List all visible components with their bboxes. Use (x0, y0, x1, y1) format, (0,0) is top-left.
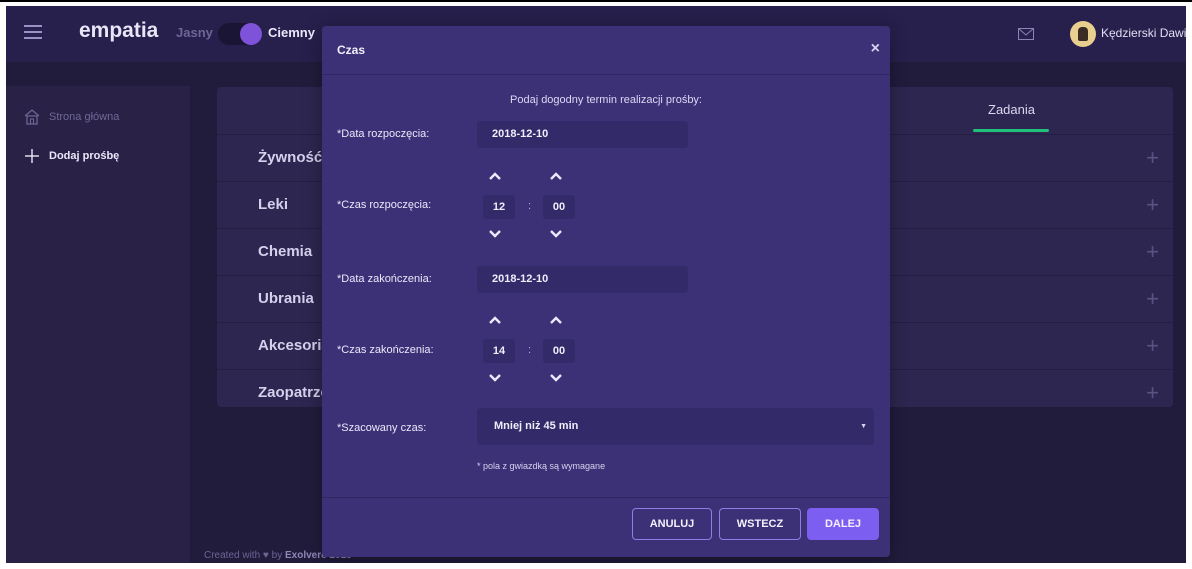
start-minute-up-icon[interactable] (549, 171, 563, 181)
category-label: Ubrania (258, 290, 314, 307)
add-icon[interactable]: + (1146, 239, 1159, 265)
modal-title: Czas (337, 43, 366, 57)
app-window: empatia Jasny Ciemny Kędzierski Dawid St… (6, 6, 1186, 563)
add-icon[interactable]: + (1146, 286, 1159, 312)
back-button[interactable]: WSTECZ (719, 508, 801, 540)
start-date-label: *Data rozpoczęcia: (337, 128, 430, 140)
start-hour-input[interactable]: 12 (483, 195, 515, 219)
menu-icon[interactable] (24, 25, 42, 39)
theme-dark-label[interactable]: Ciemny (268, 25, 315, 40)
dropdown-arrow-icon: ▼ (860, 423, 867, 430)
start-time-label: *Czas rozpoczęcia: (337, 199, 432, 211)
footer-text: Created with ♥ by (204, 550, 285, 561)
end-date-label: *Data zakończenia: (337, 273, 432, 285)
end-minute-up-icon[interactable] (549, 315, 563, 325)
start-date-input[interactable]: 2018-12-10 (477, 121, 688, 148)
sidebar-item-home[interactable]: Strona główna (23, 107, 119, 127)
end-hour-up-icon[interactable] (488, 315, 502, 325)
estimated-time-label: *Szacowany czas: (337, 422, 427, 434)
tab-zadania[interactable]: Zadania (988, 102, 1035, 117)
category-label: Żywność (258, 149, 323, 166)
sidebar-item-label: Dodaj prośbę (49, 150, 120, 162)
category-label: Chemia (258, 243, 313, 260)
plus-icon (25, 149, 39, 163)
toggle-knob (240, 23, 262, 45)
theme-toggle[interactable] (218, 23, 262, 45)
category-label: Akcesoria (258, 337, 330, 354)
sidebar-item-label: Strona główna (49, 111, 120, 123)
add-icon[interactable]: + (1146, 192, 1159, 218)
home-icon (24, 109, 40, 125)
mail-icon[interactable] (1018, 28, 1034, 40)
end-hour-down-icon[interactable] (488, 373, 502, 383)
user-name[interactable]: Kędzierski Dawid (1101, 26, 1186, 40)
brand-logo[interactable]: empatia (79, 19, 158, 43)
add-icon[interactable]: + (1146, 380, 1159, 406)
start-hour-down-icon[interactable] (488, 229, 502, 239)
time-separator: : (528, 200, 532, 212)
start-hour-up-icon[interactable] (488, 171, 502, 181)
add-icon[interactable]: + (1146, 145, 1159, 171)
start-minute-input[interactable]: 00 (543, 195, 575, 219)
add-icon[interactable]: + (1146, 333, 1159, 359)
cancel-button[interactable]: ANULUJ (632, 508, 712, 540)
theme-light-label[interactable]: Jasny (176, 25, 213, 40)
category-label: Leki (258, 196, 289, 213)
end-minute-down-icon[interactable] (549, 373, 563, 383)
required-note: * pola z gwiazdką są wymagane (477, 461, 606, 471)
modal-footer-divider (322, 497, 890, 498)
next-button[interactable]: DALEJ (807, 508, 879, 540)
start-minute-down-icon[interactable] (549, 229, 563, 239)
end-date-input[interactable]: 2018-12-10 (477, 266, 688, 293)
close-icon[interactable]: × (871, 40, 880, 58)
modal-intro: Podaj dogodny termin realizacji prośby: (510, 94, 702, 106)
sidebar-item-add-request[interactable]: Dodaj prośbę (23, 146, 119, 166)
time-separator: : (528, 344, 532, 356)
avatar[interactable] (1070, 21, 1096, 47)
end-time-label: *Czas zakończenia: (337, 344, 434, 356)
modal-header: Czas × (322, 26, 890, 75)
estimated-time-select[interactable]: Mniej niż 45 min ▼ (477, 408, 874, 445)
end-minute-input[interactable]: 00 (543, 339, 575, 363)
tab-active-indicator (973, 129, 1049, 132)
estimated-time-value: Mniej niż 45 min (494, 420, 579, 432)
end-hour-input[interactable]: 14 (483, 339, 515, 363)
time-modal: Czas × Podaj dogodny termin realizacji p… (322, 26, 890, 557)
